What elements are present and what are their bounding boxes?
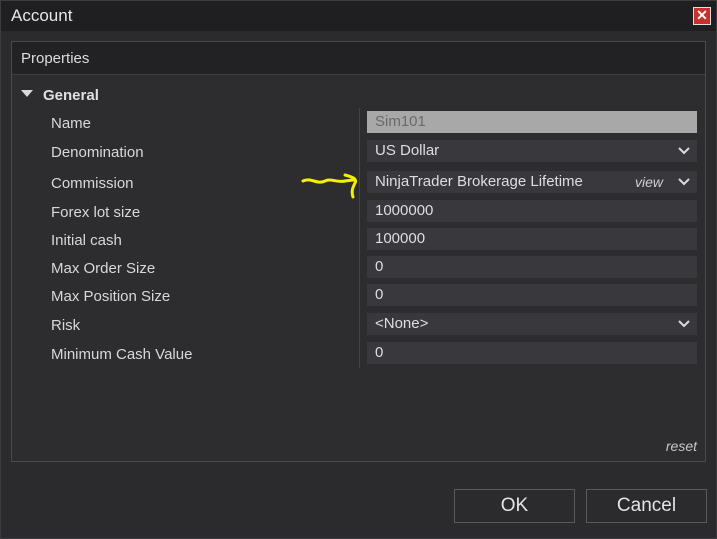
property-label-minimum-cash-value: Minimum Cash Value [51,346,193,363]
properties-header: Properties [12,42,705,75]
window-title: Account [11,6,73,25]
property-label-denomination: Denomination [51,144,144,161]
close-icon: ✕ [696,7,708,23]
denomination-value: US Dollar [375,142,440,159]
forex-lot-size-field[interactable]: 1000000 [367,200,697,222]
commission-dropdown[interactable]: NinjaTrader Brokerage Lifetime view [367,171,697,193]
initial-cash-value: 100000 [375,230,426,247]
denomination-dropdown[interactable]: US Dollar [367,140,697,162]
properties-panel: Properties General Name Sim101 Denominat… [11,41,706,462]
max-position-size-field[interactable]: 0 [367,284,697,306]
risk-value: <None> [375,315,429,332]
property-label-commission: Commission [51,175,134,192]
minimum-cash-value-field[interactable]: 0 [367,342,697,364]
group-label-general[interactable]: General [43,87,99,104]
commission-view-link[interactable]: view [635,171,663,193]
reset-link[interactable]: reset [666,438,697,454]
commission-value: NinjaTrader Brokerage Lifetime [375,173,583,190]
max-position-size-value: 0 [375,286,384,303]
max-order-size-field[interactable]: 0 [367,256,697,278]
chevron-down-icon[interactable] [677,171,691,193]
property-label-initial-cash: Initial cash [51,232,122,249]
triangle-down-icon[interactable] [20,87,34,101]
property-label-max-position-size: Max Position Size [51,288,171,305]
ok-button[interactable]: OK [454,489,575,523]
property-label-risk: Risk [51,317,81,334]
properties-header-label: Properties [21,50,90,67]
property-label-max-order-size: Max Order Size [51,260,156,277]
name-value: Sim101 [375,113,426,130]
chevron-down-icon[interactable] [677,140,691,162]
forex-lot-size-value: 1000000 [375,202,434,219]
max-order-size-value: 0 [375,258,384,275]
close-button[interactable]: ✕ [693,7,711,25]
chevron-down-icon[interactable] [677,313,691,335]
arrow-annotation-icon [301,173,357,199]
property-label-name: Name [51,115,92,132]
column-divider[interactable] [359,108,360,368]
cancel-button[interactable]: Cancel [586,489,707,523]
minimum-cash-value-value: 0 [375,344,384,361]
account-dialog: Account ✕ Properties General Name Sim101… [0,0,717,539]
initial-cash-field[interactable]: 100000 [367,228,697,250]
risk-dropdown[interactable]: <None> [367,313,697,335]
property-label-forex-lot-size: Forex lot size [51,204,141,221]
name-field: Sim101 [367,111,697,133]
title-bar[interactable]: Account ✕ [1,1,716,31]
